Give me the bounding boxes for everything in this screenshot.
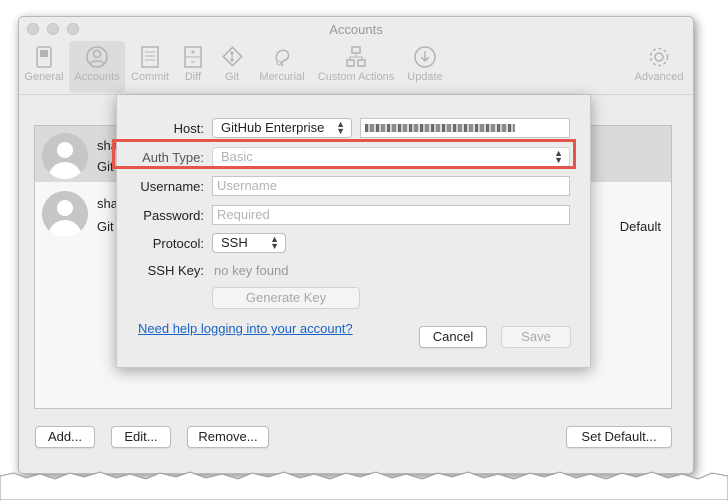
preferences-window: Accounts General Accounts Commit Diff Gi… xyxy=(18,16,694,474)
tab-git-label: Git xyxy=(224,71,240,83)
protocol-popup[interactable]: SSH ▲ ▼ xyxy=(212,233,286,253)
custom-actions-icon xyxy=(346,46,366,67)
gear-icon xyxy=(649,47,669,67)
git-icon xyxy=(222,46,243,67)
default-badge: Default xyxy=(619,219,661,234)
ssh-key-value: no key found xyxy=(214,263,289,278)
tab-update[interactable]: Update xyxy=(403,41,447,93)
tab-diff[interactable]: Diff xyxy=(175,41,211,93)
tab-accounts[interactable]: Accounts xyxy=(69,41,125,93)
mercurial-icon xyxy=(275,49,290,67)
tab-git[interactable]: Git xyxy=(215,41,249,93)
username-placeholder: Username xyxy=(217,178,277,193)
tab-advanced[interactable]: Advanced xyxy=(629,41,689,93)
tab-commit-label: Commit xyxy=(131,71,169,83)
ssh-key-label: SSH Key: xyxy=(147,263,204,278)
password-placeholder: Required xyxy=(217,207,270,222)
set-default-button[interactable]: Set Default... xyxy=(566,426,672,448)
remove-account-button[interactable]: Remove... xyxy=(187,426,269,448)
tab-custom-actions[interactable]: Custom Actions xyxy=(313,41,399,93)
edit-account-button[interactable]: Edit... xyxy=(111,426,171,448)
cancel-button[interactable]: Cancel xyxy=(419,326,487,348)
download-icon xyxy=(414,46,436,68)
avatar xyxy=(42,191,88,237)
title-bar: Accounts xyxy=(19,17,693,41)
password-label: Password: xyxy=(143,208,204,223)
username-label: Username: xyxy=(140,179,204,194)
host-popup[interactable]: GitHub Enterprise ▲ ▼ xyxy=(212,118,352,138)
help-login-link[interactable]: Need help logging into your account? xyxy=(138,321,353,336)
host-label: Host: xyxy=(173,121,204,136)
account-icon xyxy=(86,46,108,68)
chevron-updown-icon: ▲ ▼ xyxy=(336,119,345,136)
document-icon xyxy=(141,46,159,68)
tab-general[interactable]: General xyxy=(21,41,67,93)
tab-diff-label: Diff xyxy=(184,71,202,83)
save-button[interactable]: Save xyxy=(501,326,571,348)
account-host: Git xyxy=(97,219,114,234)
add-account-button[interactable]: Add... xyxy=(35,426,95,448)
account-name: sha xyxy=(97,196,118,211)
password-field[interactable]: Required xyxy=(212,205,570,225)
tab-custom-actions-label: Custom Actions xyxy=(317,71,395,83)
tab-accounts-label: Accounts xyxy=(74,71,120,83)
add-account-sheet: Host: GitHub Enterprise ▲ ▼ Auth Type: Ba… xyxy=(116,95,591,368)
tab-commit[interactable]: Commit xyxy=(127,41,173,93)
tab-advanced-label: Advanced xyxy=(634,71,684,83)
tab-update-label: Update xyxy=(407,71,443,83)
tab-mercurial[interactable]: Mercurial xyxy=(253,41,311,93)
generate-key-button[interactable]: Generate Key xyxy=(212,287,360,309)
switch-icon xyxy=(36,46,52,68)
protocol-value: SSH xyxy=(221,235,248,250)
preferences-toolbar: General Accounts Commit Diff Git Mercuri… xyxy=(19,41,693,93)
chevron-updown-icon: ▲ ▼ xyxy=(270,234,279,251)
auth-type-highlight-box xyxy=(112,139,576,169)
diff-icon xyxy=(184,46,202,68)
window-title: Accounts xyxy=(329,22,383,37)
host-value: GitHub Enterprise xyxy=(221,120,325,135)
protocol-label: Protocol: xyxy=(152,236,204,251)
tab-mercurial-label: Mercurial xyxy=(259,71,305,83)
tab-general-label: General xyxy=(24,71,64,83)
torn-edge-decoration xyxy=(0,471,728,500)
avatar xyxy=(42,133,88,179)
blurred-host-url xyxy=(365,124,515,132)
username-field[interactable]: Username xyxy=(212,176,570,196)
host-url-field[interactable] xyxy=(360,118,570,138)
